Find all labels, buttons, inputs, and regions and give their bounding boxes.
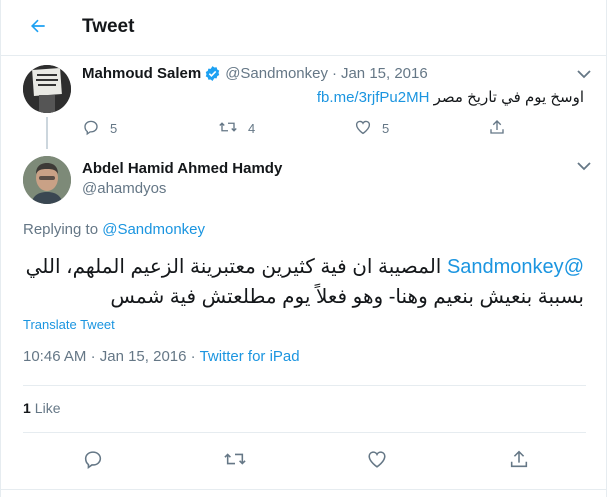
- tweet-text-line-2: بسببة بنعيش بنعيم وهنا- وهو فعلاً يوم مط…: [110, 286, 584, 308]
- tweet-text-part-1: المصيبة ان فية كثيرين معتبرينة الزعيم ال…: [25, 256, 442, 278]
- divider: [1, 489, 607, 490]
- likes-stat[interactable]: 1 Like: [23, 400, 60, 416]
- like-button[interactable]: [362, 446, 392, 476]
- author-handle[interactable]: @Sandmonkey: [225, 65, 328, 82]
- tweet-page: Tweet Mahmoud Salem @Sandmonkey · Jan 15…: [0, 0, 607, 497]
- author-handle[interactable]: @ahamdyos: [82, 180, 166, 197]
- separator-dot: ·: [190, 348, 196, 365]
- divider: [23, 385, 586, 386]
- retweet-button[interactable]: [220, 446, 250, 476]
- like-icon: [354, 118, 372, 139]
- more-options-button[interactable]: [574, 159, 594, 175]
- back-arrow-icon: [28, 16, 48, 41]
- retweet-icon: [223, 448, 247, 475]
- share-icon: [508, 448, 530, 475]
- tweet-metadata: 10:46 AM · Jan 15, 2016 · Twitter for iP…: [23, 348, 300, 365]
- tweet-mention[interactable]: @Sandmonkey: [447, 256, 584, 278]
- replying-to: Replying to @Sandmonkey: [23, 221, 205, 238]
- verified-badge-icon: [204, 65, 221, 82]
- translate-tweet-link[interactable]: Translate Tweet: [23, 317, 115, 332]
- avatar[interactable]: [23, 156, 71, 204]
- like-button[interactable]: 5: [354, 118, 389, 139]
- separator-dot: ·: [331, 65, 337, 82]
- thread-connector: [46, 117, 48, 149]
- like-count: 5: [382, 121, 390, 136]
- share-button[interactable]: [488, 118, 506, 139]
- tweet-time[interactable]: 10:46 AM: [23, 348, 86, 365]
- author-name[interactable]: Abdel Hamid Ahmed Hamdy: [82, 160, 282, 177]
- share-icon: [488, 118, 506, 139]
- reply-icon: [82, 118, 100, 139]
- parent-tweet-text: اوسخ يوم في تاريخ مصر fb.me/3rjfPu2MH: [317, 88, 584, 106]
- more-options-button[interactable]: [574, 67, 594, 83]
- retweet-count: 4: [248, 121, 256, 136]
- replying-mention[interactable]: @Sandmonkey: [102, 221, 205, 238]
- likes-label: Like: [34, 400, 61, 416]
- parent-tweet-body: اوسخ يوم في تاريخ مصر: [433, 89, 584, 106]
- retweet-icon: [218, 118, 238, 139]
- chevron-down-icon: [577, 66, 591, 84]
- tweet-text: @Sandmonkey المصيبة ان فية كثيرين معتبري…: [21, 252, 584, 312]
- replying-prefix: Replying to: [23, 221, 99, 238]
- separator-dot: ·: [90, 348, 96, 365]
- page-title: Tweet: [82, 16, 135, 37]
- page-header: Tweet: [1, 0, 607, 56]
- parent-tweet-header: Mahmoud Salem @Sandmonkey · Jan 15, 2016: [82, 65, 428, 82]
- likes-count: 1: [23, 400, 31, 416]
- tweet-text-line-1: @Sandmonkey المصيبة ان فية كثيرين معتبري…: [21, 252, 584, 282]
- like-icon: [366, 448, 388, 475]
- chevron-down-icon: [577, 158, 591, 176]
- divider: [23, 432, 586, 433]
- tweet-date[interactable]: Jan 15, 2016: [341, 65, 428, 82]
- back-button[interactable]: [23, 14, 53, 42]
- share-button[interactable]: [504, 446, 534, 476]
- parent-tweet-link[interactable]: fb.me/3rjfPu2MH: [317, 89, 430, 106]
- author-name[interactable]: Mahmoud Salem: [82, 65, 201, 82]
- reply-button[interactable]: [78, 446, 108, 476]
- reply-count: 5: [110, 121, 118, 136]
- reply-button[interactable]: 5: [82, 118, 117, 139]
- avatar[interactable]: [23, 65, 71, 113]
- tweet-action-bar: [1, 446, 607, 476]
- reply-icon: [82, 448, 104, 475]
- tweet-source[interactable]: Twitter for iPad: [200, 348, 300, 365]
- retweet-button[interactable]: 4: [218, 118, 255, 139]
- tweet-date[interactable]: Jan 15, 2016: [100, 348, 187, 365]
